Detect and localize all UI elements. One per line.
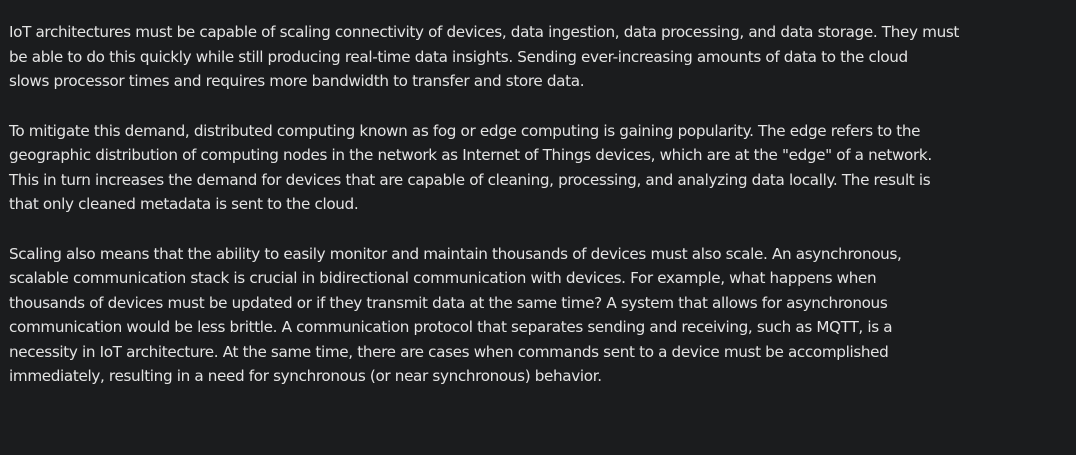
text-line: immediately, resulting in a need for syn… — [9, 367, 602, 385]
text-line: slows processor times and requires more … — [9, 72, 585, 90]
paragraph-communication-stack: Scaling also means that the ability to e… — [9, 242, 1069, 389]
text-line: that only cleaned metadata is sent to th… — [9, 195, 359, 213]
text-line: geographic distribution of computing nod… — [9, 146, 932, 164]
text-line: Scaling also means that the ability to e… — [9, 244, 902, 263]
text-line: This in turn increases the demand for de… — [9, 170, 931, 189]
text-line: be able to do this quickly while still p… — [9, 47, 908, 66]
article-body: IoT architectures must be capable of sca… — [9, 20, 1069, 414]
text-line: necessity in IoT architecture. At the sa… — [9, 342, 889, 361]
paragraph-edge-computing: To mitigate this demand, distributed com… — [9, 119, 1069, 217]
text-line: thousands of devices must be updated or … — [9, 293, 888, 312]
text-line: communication would be less brittle. A c… — [9, 318, 893, 336]
paragraph-scaling-requirements: IoT architectures must be capable of sca… — [9, 20, 1069, 94]
text-line: IoT architectures must be capable of sca… — [9, 23, 960, 41]
text-line: scalable communication stack is crucial … — [9, 269, 877, 287]
text-line: To mitigate this demand, distributed com… — [9, 121, 921, 140]
